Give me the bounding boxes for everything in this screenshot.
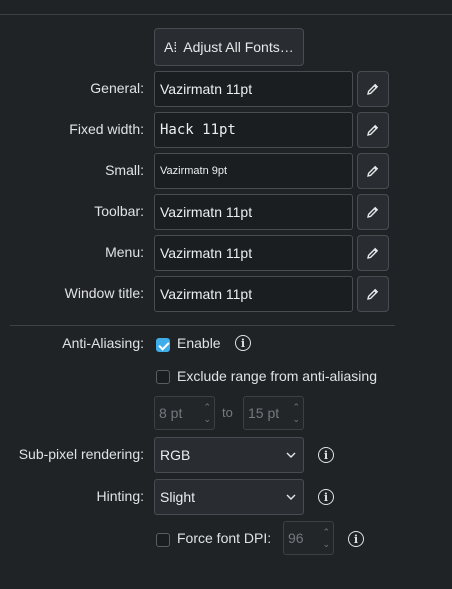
- subpixel-rendering-select[interactable]: RGB: [154, 437, 304, 473]
- pencil-icon: [367, 124, 379, 136]
- hinting-info-icon[interactable]: i: [318, 489, 334, 505]
- pencil-icon: [367, 83, 379, 95]
- enable-anti-aliasing-checkbox[interactable]: [156, 338, 170, 352]
- spinbox-arrows-icon: ⌃ ⌄: [322, 527, 330, 549]
- spinbox-arrows-icon: ⌃ ⌄: [292, 402, 300, 424]
- small-font-edit-button[interactable]: [357, 153, 389, 189]
- anti-aliasing-label: Anti-Aliasing:: [62, 335, 144, 351]
- pencil-icon: [367, 165, 379, 177]
- spinbox-arrows-icon: ⌃ ⌄: [203, 402, 211, 424]
- menu-font-edit-button[interactable]: [357, 235, 389, 271]
- menu-font-field: Vazirmatn 11pt: [154, 235, 353, 271]
- force-dpi-spinbox: 96 ⌃ ⌄: [283, 521, 334, 555]
- general-font-field: Vazirmatn 11pt: [154, 71, 353, 107]
- font-size-icon: A⁞: [164, 39, 178, 55]
- exclude-range-to-spinbox: 15 pt ⌃ ⌄: [243, 396, 304, 430]
- fixed-width-font-edit-button[interactable]: [357, 112, 389, 148]
- window-title-font-edit-button[interactable]: [357, 276, 389, 312]
- force-dpi-label: Force font DPI:: [177, 530, 272, 546]
- general-label: General:: [90, 80, 144, 96]
- hinting-value: Slight: [160, 489, 196, 505]
- exclude-range-checkbox[interactable]: [156, 370, 170, 384]
- top-separator: [0, 14, 452, 15]
- general-font-edit-button[interactable]: [357, 71, 389, 107]
- pencil-icon: [367, 206, 379, 218]
- range-to-label: to: [222, 405, 233, 420]
- hinting-label: Hinting:: [96, 488, 144, 504]
- toolbar-font-edit-button[interactable]: [357, 194, 389, 230]
- window-title-label: Window title:: [64, 285, 144, 301]
- toolbar-label: Toolbar:: [94, 203, 144, 219]
- small-label: Small:: [105, 162, 144, 178]
- subpixel-rendering-label: Sub-pixel rendering:: [18, 446, 144, 462]
- exclude-range-label: Exclude range from anti-aliasing: [177, 368, 377, 384]
- small-font-field: Vazirmatn 9pt: [154, 153, 353, 189]
- subpixel-rendering-value: RGB: [160, 447, 191, 463]
- range-to-value: 15 pt: [248, 405, 280, 421]
- hinting-select[interactable]: Slight: [154, 479, 304, 515]
- fixed-width-font-field: Hack 11pt: [154, 112, 353, 148]
- force-dpi-checkbox[interactable]: [156, 533, 170, 547]
- subpixel-info-icon[interactable]: i: [318, 447, 334, 463]
- toolbar-font-field: Vazirmatn 11pt: [154, 194, 353, 230]
- force-dpi-value: 96: [288, 530, 304, 546]
- window-title-font-field: Vazirmatn 11pt: [154, 276, 353, 312]
- pencil-icon: [367, 288, 379, 300]
- force-dpi-info-icon[interactable]: i: [348, 531, 364, 547]
- fixed-width-label: Fixed width:: [69, 121, 144, 137]
- range-from-value: 8 pt: [159, 405, 183, 421]
- menu-label: Menu:: [105, 244, 144, 260]
- chevron-down-icon: [286, 494, 296, 500]
- exclude-range-from-spinbox: 8 pt ⌃ ⌄: [154, 396, 215, 430]
- pencil-icon: [367, 247, 379, 259]
- adjust-all-fonts-button[interactable]: A⁞ Adjust All Fonts…: [154, 28, 304, 66]
- chevron-down-icon: [286, 452, 296, 458]
- enable-anti-aliasing-label: Enable: [177, 335, 221, 351]
- adjust-all-fonts-label: Adjust All Fonts…: [183, 39, 294, 55]
- section-divider: [10, 325, 395, 326]
- anti-aliasing-info-icon[interactable]: i: [235, 335, 251, 351]
